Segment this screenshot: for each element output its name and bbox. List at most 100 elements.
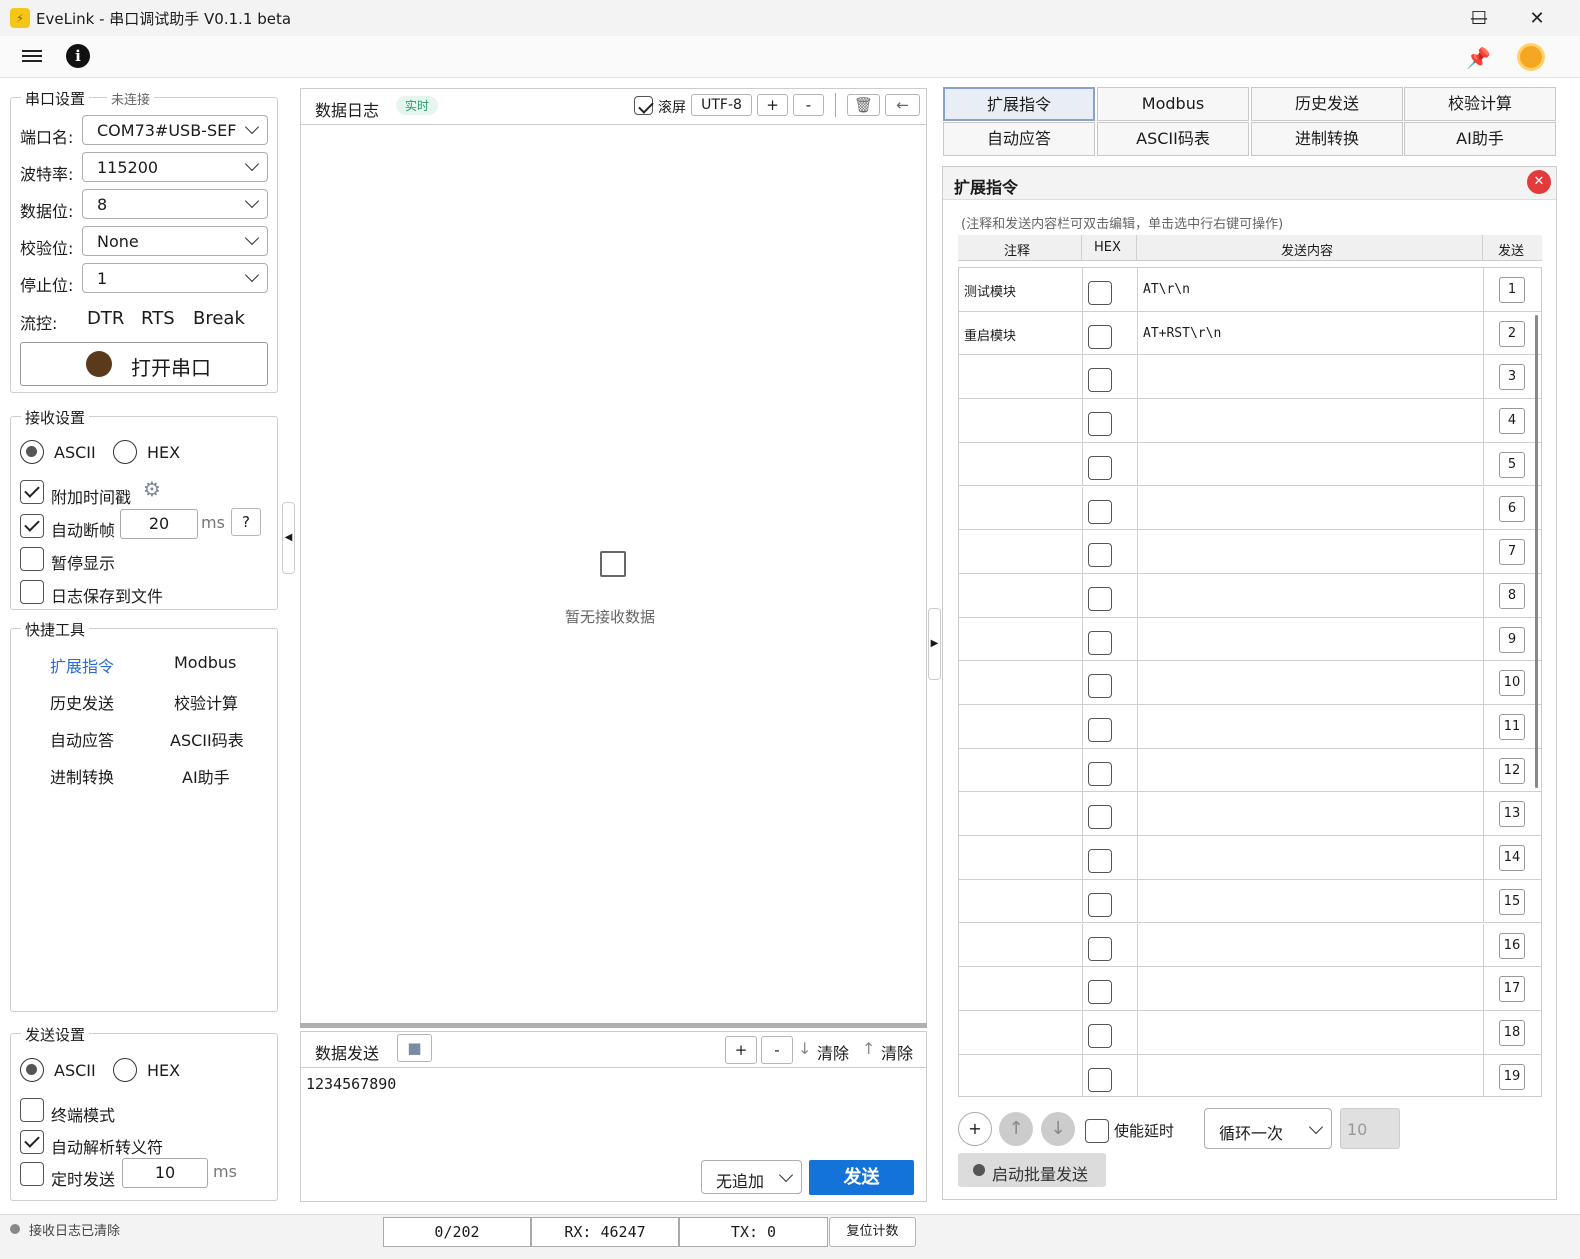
table-row[interactable]: 13: [959, 792, 1541, 837]
rts-toggle[interactable]: RTS: [141, 308, 175, 329]
arrow-left-icon[interactable]: ←: [885, 94, 920, 116]
table-row[interactable]: 16: [959, 923, 1541, 968]
row-hex-checkbox[interactable]: [1088, 281, 1112, 305]
dtr-toggle[interactable]: DTR: [87, 308, 124, 329]
log-font-minus-button[interactable]: -: [793, 94, 824, 116]
row-hex-checkbox[interactable]: [1088, 761, 1112, 786]
tab-history[interactable]: 历史发送: [1251, 87, 1403, 121]
row-send-button[interactable]: 19: [1499, 1063, 1525, 1090]
row-send-button[interactable]: 15: [1499, 888, 1525, 915]
table-row[interactable]: 18: [959, 1010, 1541, 1055]
send-ascii-radio[interactable]: [20, 1058, 44, 1082]
row-comment[interactable]: 重启模块: [964, 325, 1079, 344]
tab-ai-assistant[interactable]: AI助手: [1404, 122, 1556, 156]
autoframe-checkbox[interactable]: [20, 514, 44, 538]
theme-sun-icon[interactable]: [1520, 46, 1542, 68]
add-row-button[interactable]: +: [958, 1112, 992, 1146]
log-font-plus-button[interactable]: +: [757, 94, 788, 116]
delay-checkbox[interactable]: [1085, 1119, 1109, 1143]
clear-receive-button[interactable]: 清除: [817, 1040, 849, 1064]
table-row[interactable]: 17: [959, 967, 1541, 1011]
tool-ext-commands[interactable]: 扩展指令: [50, 653, 114, 677]
loop-select[interactable]: 循环一次: [1204, 1108, 1332, 1149]
table-row[interactable]: 3: [959, 355, 1541, 400]
send-font-plus-button[interactable]: +: [725, 1036, 757, 1064]
timestamp-checkbox[interactable]: [20, 480, 44, 504]
row-hex-checkbox[interactable]: [1088, 324, 1112, 349]
send-button[interactable]: 发送: [809, 1160, 914, 1195]
collapse-right-handle[interactable]: ▶: [928, 608, 941, 680]
row-hex-checkbox[interactable]: [1088, 412, 1112, 437]
row-content[interactable]: AT+RST\r\n: [1143, 326, 1221, 341]
row-comment[interactable]: 测试模块: [964, 281, 1079, 300]
reset-count-button[interactable]: 复位计数: [829, 1217, 916, 1247]
row-send-button[interactable]: 11: [1499, 714, 1525, 740]
row-send-button[interactable]: 1: [1499, 277, 1525, 303]
splitter[interactable]: [300, 1023, 927, 1028]
close-window-button[interactable]: ✕: [1513, 0, 1561, 36]
tool-modbus[interactable]: Modbus: [174, 653, 236, 672]
escape-checkbox[interactable]: [20, 1130, 44, 1154]
row-hex-checkbox[interactable]: [1088, 368, 1112, 393]
clear-send-button[interactable]: 清除: [881, 1040, 913, 1064]
row-send-button[interactable]: 18: [1499, 1019, 1525, 1046]
terminal-mode-checkbox[interactable]: [20, 1098, 44, 1122]
pin-icon[interactable]: 📌: [1466, 46, 1491, 70]
row-hex-checkbox[interactable]: [1088, 936, 1112, 961]
menu-icon[interactable]: [22, 47, 42, 65]
table-row[interactable]: 15: [959, 879, 1541, 924]
databits-select[interactable]: 8: [82, 189, 268, 219]
row-send-button[interactable]: 6: [1499, 495, 1525, 522]
receive-ascii-radio[interactable]: [20, 440, 44, 464]
table-row[interactable]: 测试模块 AT\r\n 1: [959, 268, 1541, 312]
tab-auto-reply[interactable]: 自动应答: [943, 122, 1095, 156]
row-send-button[interactable]: 2: [1499, 320, 1525, 347]
row-send-button[interactable]: 13: [1499, 801, 1525, 828]
row-hex-checkbox[interactable]: [1088, 543, 1112, 568]
table-row[interactable]: 4: [959, 399, 1541, 443]
tool-base-convert[interactable]: 进制转换: [50, 764, 114, 788]
row-send-button[interactable]: 8: [1499, 582, 1525, 609]
row-send-button[interactable]: 5: [1499, 451, 1525, 478]
stopbits-select[interactable]: 1: [82, 263, 268, 293]
table-row[interactable]: 9: [959, 617, 1541, 662]
tool-ascii-table[interactable]: ASCII码表: [170, 727, 244, 751]
row-send-button[interactable]: 7: [1499, 539, 1525, 566]
row-hex-checkbox[interactable]: [1088, 630, 1112, 655]
move-up-button[interactable]: ↑: [999, 1112, 1033, 1146]
gear-icon[interactable]: ⚙: [143, 477, 161, 501]
loop-count-input[interactable]: 10: [1340, 1108, 1400, 1149]
table-row[interactable]: 6: [959, 486, 1541, 531]
trash-icon[interactable]: 🗑: [847, 94, 880, 116]
save-log-checkbox[interactable]: [20, 580, 44, 604]
timed-send-checkbox[interactable]: [20, 1162, 44, 1186]
row-hex-checkbox[interactable]: [1088, 674, 1112, 699]
row-hex-checkbox[interactable]: [1088, 980, 1112, 1005]
row-send-button[interactable]: 10: [1499, 670, 1525, 697]
port-select[interactable]: COM73#USB-SEF: [82, 115, 268, 145]
append-select[interactable]: 无追加: [701, 1160, 802, 1194]
scroll-checkbox[interactable]: [634, 96, 653, 115]
send-textarea[interactable]: 1234567890: [306, 1075, 396, 1093]
table-scrollbar[interactable]: [1535, 315, 1538, 788]
table-row[interactable]: 14: [959, 836, 1541, 880]
row-hex-checkbox[interactable]: [1088, 499, 1112, 524]
row-send-button[interactable]: 3: [1499, 364, 1525, 391]
tab-ascii-table[interactable]: ASCII码表: [1097, 122, 1249, 156]
tab-base-convert[interactable]: 进制转换: [1251, 122, 1403, 156]
tool-checksum[interactable]: 校验计算: [174, 690, 238, 714]
table-row[interactable]: 重启模块 AT+RST\r\n 2: [959, 311, 1541, 356]
row-hex-checkbox[interactable]: [1088, 1023, 1112, 1048]
row-hex-checkbox[interactable]: [1088, 805, 1112, 830]
tab-checksum[interactable]: 校验计算: [1404, 87, 1556, 121]
send-font-minus-button[interactable]: -: [761, 1036, 793, 1064]
row-hex-checkbox[interactable]: [1088, 455, 1112, 480]
send-hex-radio[interactable]: [113, 1058, 137, 1082]
tool-history[interactable]: 历史发送: [50, 690, 114, 714]
receive-hex-radio[interactable]: [113, 440, 137, 464]
row-send-button[interactable]: 17: [1499, 976, 1525, 1003]
tool-auto-reply[interactable]: 自动应答: [50, 727, 114, 751]
timed-ms-input[interactable]: 10: [122, 1158, 208, 1188]
table-row[interactable]: 10: [959, 661, 1541, 705]
maximize-button[interactable]: ☐: [1455, 0, 1503, 36]
